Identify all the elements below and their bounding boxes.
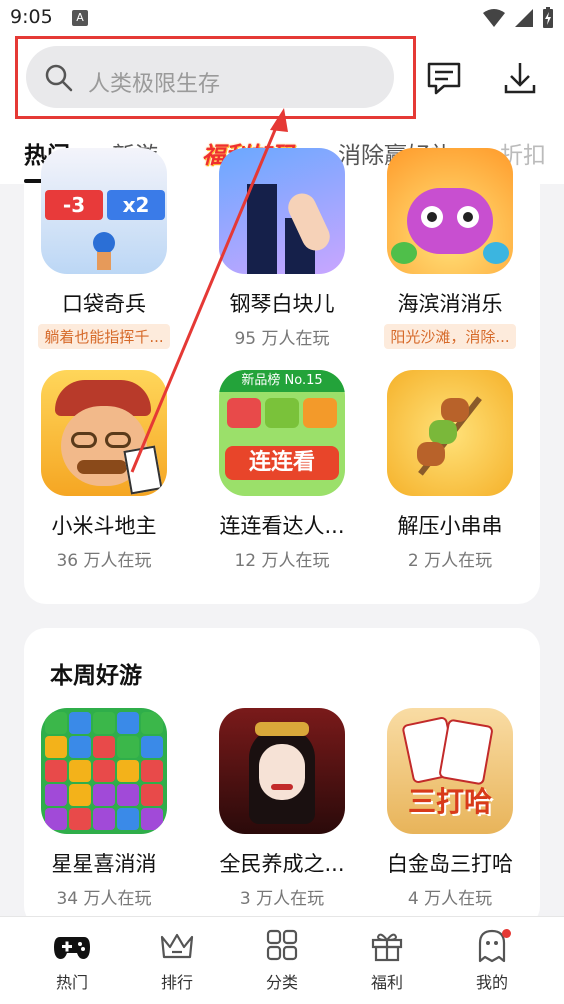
app-icon [387, 148, 513, 274]
app-item[interactable]: 三打哈 白金岛三打哈 4 万人在玩 [370, 708, 530, 909]
status-bar: 9:05 A [0, 0, 564, 36]
app-name: 白金岛三打哈 [387, 852, 513, 876]
app-players: 4 万人在玩 [407, 889, 493, 909]
app-item[interactable]: 星星喜消消 34 万人在玩 [24, 708, 184, 909]
app-players: 36 万人在玩 [56, 551, 152, 571]
nav-label: 排行 [160, 973, 193, 992]
nav-ranking[interactable]: 排行 [137, 929, 217, 993]
wifi-icon [483, 9, 505, 27]
weekly-picks-card: 本周好游 星星喜消消 34 万人在玩 全民养成之... 3 万人在玩 三打哈 白… [24, 628, 540, 928]
rank-badge: 新品榜 No.15 [219, 370, 345, 392]
app-name: 解压小串串 [397, 514, 503, 538]
app-name: 钢琴白块儿 [229, 292, 335, 316]
icon-title: 连连看 [225, 446, 339, 480]
message-icon[interactable] [424, 58, 464, 98]
grid-icon [266, 929, 298, 961]
app-icon [41, 370, 167, 496]
app-name: 口袋奇兵 [62, 292, 146, 316]
app-icon: 新品榜 No.15 连连看 [219, 370, 345, 496]
app-item[interactable]: -3 x2 口袋奇兵 躺着也能指挥千... [24, 148, 184, 349]
app-icon [41, 708, 167, 834]
bottom-nav: 热门 排行 分类 福利 我的 [0, 916, 564, 1004]
icon-title: 三打哈 [407, 785, 492, 818]
nav-hot[interactable]: 热门 [32, 929, 112, 993]
app-players: 95 万人在玩 [234, 329, 330, 349]
app-item[interactable]: 小米斗地主 36 万人在玩 [24, 370, 184, 571]
app-players: 12 万人在玩 [234, 551, 330, 571]
app-icon: 三打哈 [387, 708, 513, 834]
hot-games-card: -3 x2 口袋奇兵 躺着也能指挥千... 钢琴白块儿 95 万人在玩 海滨消消… [24, 148, 540, 604]
app-item[interactable]: 全民养成之... 3 万人在玩 [202, 708, 362, 909]
nav-label: 福利 [370, 973, 403, 992]
app-players: 2 万人在玩 [407, 551, 493, 571]
notification-dot [502, 929, 511, 938]
gift-icon [371, 933, 403, 962]
nav-welfare[interactable]: 福利 [347, 929, 427, 993]
download-icon[interactable] [500, 58, 540, 98]
app-icon [387, 370, 513, 496]
app-item[interactable]: 海滨消消乐 阳光沙滩，消除... [370, 148, 530, 349]
app-item[interactable]: 新品榜 No.15 连连看 连连看达人... 12 万人在玩 [202, 370, 362, 571]
app-icon [219, 148, 345, 274]
system-icons [482, 7, 554, 29]
section-title: 本周好游 [50, 663, 142, 689]
app-name: 海滨消消乐 [397, 292, 503, 316]
nav-label: 热门 [55, 973, 88, 992]
gamepad-icon [54, 937, 90, 959]
crown-icon [160, 933, 194, 959]
nav-profile[interactable]: 我的 [452, 929, 532, 993]
notification-badge: A [72, 10, 88, 26]
app-name: 小米斗地主 [51, 514, 157, 538]
nav-category[interactable]: 分类 [242, 929, 322, 993]
app-players: 34 万人在玩 [56, 889, 152, 909]
app-name: 星星喜消消 [51, 852, 157, 876]
nav-label: 我的 [475, 973, 508, 992]
app-item[interactable]: 钢琴白块儿 95 万人在玩 [202, 148, 362, 349]
app-tag: 阳光沙滩，消除... [384, 324, 516, 349]
app-tag: 躺着也能指挥千... [38, 324, 170, 349]
app-players: 3 万人在玩 [239, 889, 325, 909]
app-item[interactable]: 解压小串串 2 万人在玩 [370, 370, 530, 571]
app-name: 连连看达人... [219, 514, 345, 538]
app-name: 全民养成之... [219, 852, 345, 876]
app-icon [219, 708, 345, 834]
app-icon: -3 x2 [41, 148, 167, 274]
status-time: 9:05 [10, 6, 53, 28]
top-bar: 人类极限生存 [0, 36, 564, 128]
battery-icon [543, 7, 553, 28]
signal-icon [515, 9, 533, 27]
search-highlight-box [15, 36, 416, 119]
nav-label: 分类 [265, 973, 298, 992]
